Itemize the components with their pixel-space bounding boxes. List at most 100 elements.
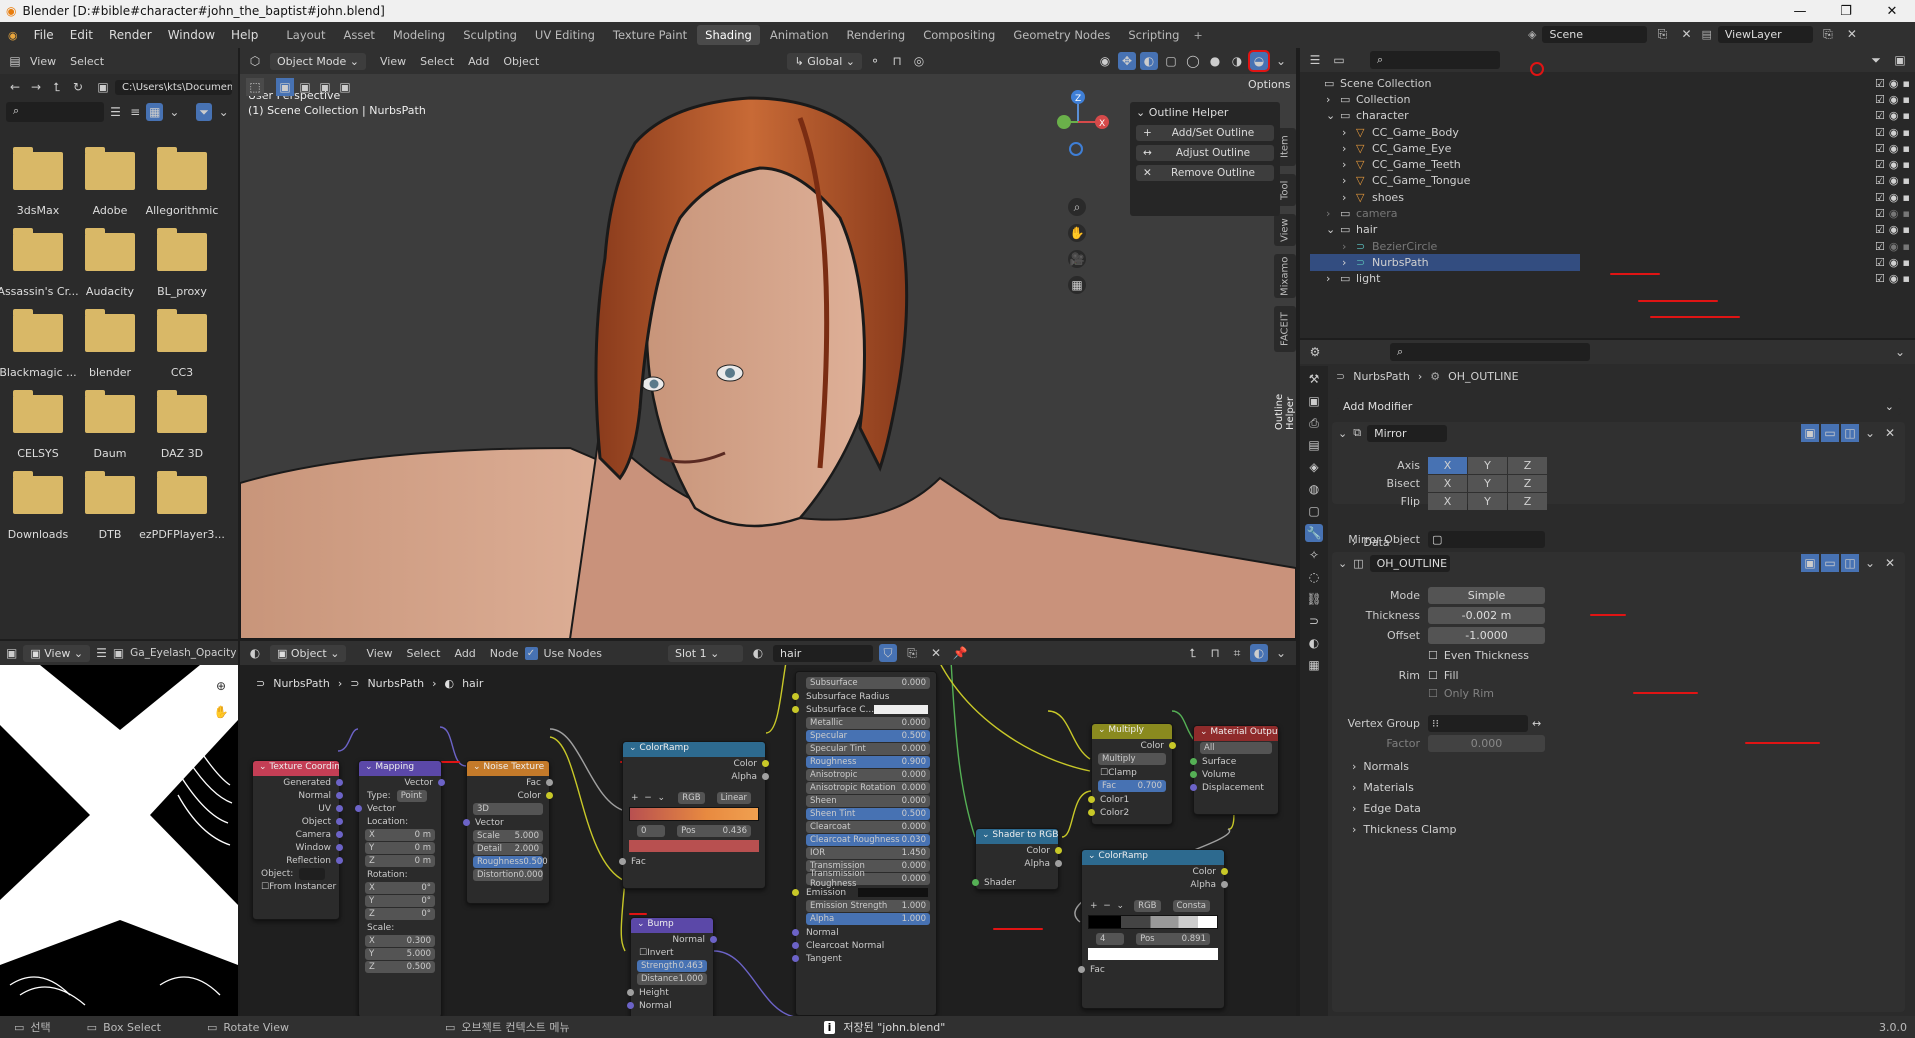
bsdf-specular-field[interactable]: Specular 0.500 (806, 730, 930, 742)
shader-to-rgb-node[interactable]: ⌄ Shader to RGB Color Alpha Shader (972, 828, 1062, 890)
ramp-color-swatch[interactable] (629, 840, 759, 852)
bsdf-transmission-roughness-field[interactable]: Transmission Roughness 0.000 (806, 869, 930, 889)
collapse-icon[interactable]: ⌄ (1098, 725, 1108, 735)
xray-icon[interactable]: ▢ (1162, 52, 1180, 70)
socket-icon[interactable] (1221, 881, 1228, 888)
rendered-shading-icon[interactable]: ◒ (1248, 50, 1270, 72)
socket-icon[interactable] (1088, 796, 1095, 803)
socket-icon[interactable] (792, 942, 799, 949)
outline-helper-button-2[interactable]: ✕ Remove Outline (1136, 165, 1274, 181)
menu-edit[interactable]: Edit (62, 28, 101, 42)
invert-checkbox[interactable]: ☐ (639, 948, 647, 958)
collapse-icon[interactable]: ⌄ (802, 673, 810, 676)
include-checkbox[interactable]: ☑ (1875, 77, 1885, 90)
mirror-flip-y-toggle[interactable]: Y (1468, 492, 1507, 510)
viewport-menu-select[interactable]: Select (420, 55, 454, 68)
mirror-flip-z-toggle[interactable]: Z (1508, 492, 1547, 510)
mirror-axis-y-toggle[interactable]: Y (1468, 456, 1507, 474)
collapse-icon[interactable]: ⌄ (982, 830, 992, 840)
chevron-right-icon[interactable]: › (1342, 126, 1356, 139)
modifier-menu-icon[interactable]: ⌄ (1861, 554, 1879, 572)
ramp-pos-field[interactable]: Pos 0.436 (677, 824, 751, 837)
chevron-right-icon[interactable]: › (1326, 93, 1340, 106)
include-checkbox[interactable]: ☑ (1875, 158, 1885, 171)
shader-node-editor[interactable]: ◐ ▣ Object ⌄ View Select Add Node ✓ Use Nod… (240, 641, 1296, 1016)
new-scene-icon[interactable]: ⎘ (1653, 25, 1671, 43)
eye-icon[interactable]: ◉ (1889, 77, 1899, 90)
socket-icon[interactable] (546, 792, 553, 799)
socket-icon[interactable] (619, 858, 626, 865)
node-menu-node[interactable]: Node (490, 647, 519, 660)
add-workspace-icon[interactable]: + (1193, 29, 1202, 42)
editor-type-icon[interactable]: ⬡ (246, 52, 264, 70)
close-button[interactable]: ✕ (1869, 4, 1915, 19)
eye-icon[interactable]: ◉ (1889, 126, 1899, 139)
socket-icon[interactable] (336, 857, 343, 864)
camera-render-icon[interactable]: ▪ (1903, 240, 1910, 253)
node-value-field[interactable]: Y 0° (365, 895, 435, 907)
properties-tab-render-icon[interactable]: ▣ (1305, 392, 1323, 410)
socket-icon[interactable] (336, 844, 343, 851)
outline-mode-field[interactable]: Simple (1428, 586, 1545, 604)
snap-options-icon[interactable]: ⌗ (1228, 644, 1246, 662)
chevron-right-icon[interactable]: › (1342, 191, 1356, 204)
minimize-button[interactable]: — (1777, 4, 1823, 19)
section-edge-data[interactable]: › Edge Data (1352, 802, 1421, 815)
path-field[interactable]: C:\Users\kts\Documen... (115, 79, 232, 95)
image-name-field[interactable]: Ga_Eyelash_Opacity (130, 647, 236, 659)
workspace-tab-compositing[interactable]: Compositing (915, 25, 1003, 45)
workspace-tab-texture-paint[interactable]: Texture Paint (605, 25, 695, 45)
node-value-field[interactable]: Scale 5.000 (473, 830, 543, 842)
camera-render-icon[interactable]: ▪ (1903, 174, 1910, 187)
material-output-node[interactable]: ⌄ Material Output All Surface Volume Displac… (1190, 725, 1279, 815)
socket-icon[interactable] (438, 779, 445, 786)
include-checkbox[interactable]: ☑ (1875, 93, 1885, 106)
bsdf-metallic-field[interactable]: Metallic 0.000 (806, 717, 930, 729)
socket-icon[interactable] (546, 779, 553, 786)
workspace-tab-scripting[interactable]: Scripting (1120, 25, 1187, 45)
outliner-filter-icon[interactable]: ⏷ (1867, 51, 1885, 69)
filter-dropdown-icon[interactable]: ⌄ (215, 103, 232, 121)
menu-icon[interactable]: ☰ (96, 644, 107, 662)
thickness-field[interactable]: -0.002 m (1428, 606, 1545, 624)
eye-icon[interactable]: ◉ (1889, 272, 1899, 285)
node-value-field[interactable]: Roughness 0.500 (473, 856, 548, 868)
camera-render-icon[interactable]: ▪ (1903, 256, 1910, 269)
mapping-type-dropdown[interactable]: Point (396, 789, 427, 802)
properties-tab-output-icon[interactable]: ⎙ (1305, 414, 1323, 432)
socket-icon[interactable] (792, 889, 799, 896)
bsdf-alpha-field[interactable]: Alpha 1.000 (806, 913, 930, 925)
node-value-field[interactable]: Z0 m (365, 855, 435, 867)
outline-helper-title[interactable]: ⌄ Outline Helper (1130, 102, 1280, 123)
delete-scene-icon[interactable]: ✕ (1677, 25, 1695, 43)
camera-render-icon[interactable]: ▪ (1903, 158, 1910, 171)
outliner-row-cc-game-teeth[interactable]: › ▽ CC_Game_Teeth ☑ ◉ ▪ (1310, 156, 1910, 172)
pan-hand-icon[interactable]: ✋ (1068, 224, 1086, 242)
socket-icon[interactable] (336, 831, 343, 838)
folder-item[interactable]: Allegorithmic (138, 147, 226, 217)
image-browse-icon[interactable]: ▣ (113, 644, 124, 662)
maximize-button[interactable]: ❐ (1823, 4, 1869, 19)
scene-field[interactable]: Scene (1542, 25, 1648, 43)
outliner-row-camera[interactable]: › ▭ camera ☑ ◉ ▪ (1310, 205, 1910, 221)
outliner-row-beziercircle[interactable]: › ⊃ BezierCircle ☑ ◉ ▪ (1310, 238, 1910, 254)
navigation-gizmo[interactable]: Z X (1040, 88, 1120, 208)
bsdf-clearcoat-field[interactable]: Clearcoat 0.000 (806, 821, 930, 833)
viewport-display-icon[interactable]: ▭ (1821, 554, 1839, 572)
eye-icon[interactable]: ◉ (1889, 109, 1899, 122)
chevron-right-icon[interactable]: › (1342, 142, 1356, 155)
chevron-right-icon[interactable]: › (1326, 272, 1340, 285)
multiply-node[interactable]: ⌄ Multiply Color Multiply ☐ Clamp Fac 0.700 Co… (1088, 723, 1176, 825)
outliner-row-cc-game-body[interactable]: › ▽ CC_Game_Body ☑ ◉ ▪ (1310, 124, 1910, 140)
chevron-right-icon[interactable]: › (1342, 256, 1356, 269)
socket-icon[interactable] (762, 773, 769, 780)
outliner-row-shoes[interactable]: › ▽ shoes ☑ ◉ ▪ (1310, 189, 1910, 205)
eyelash-texture-image[interactable] (0, 665, 238, 1016)
display-mode-icon[interactable]: ▭ (1330, 51, 1348, 69)
new-folder-icon[interactable]: ▣ (94, 78, 112, 96)
node-menu-add[interactable]: Add (454, 647, 475, 660)
outliner-row-collection[interactable]: › ▭ Collection ☑ ◉ ▪ (1310, 91, 1910, 107)
node-value-field[interactable]: X 0.300 (365, 935, 435, 947)
socket-icon[interactable] (972, 879, 979, 886)
include-checkbox[interactable]: ☑ (1875, 256, 1885, 269)
